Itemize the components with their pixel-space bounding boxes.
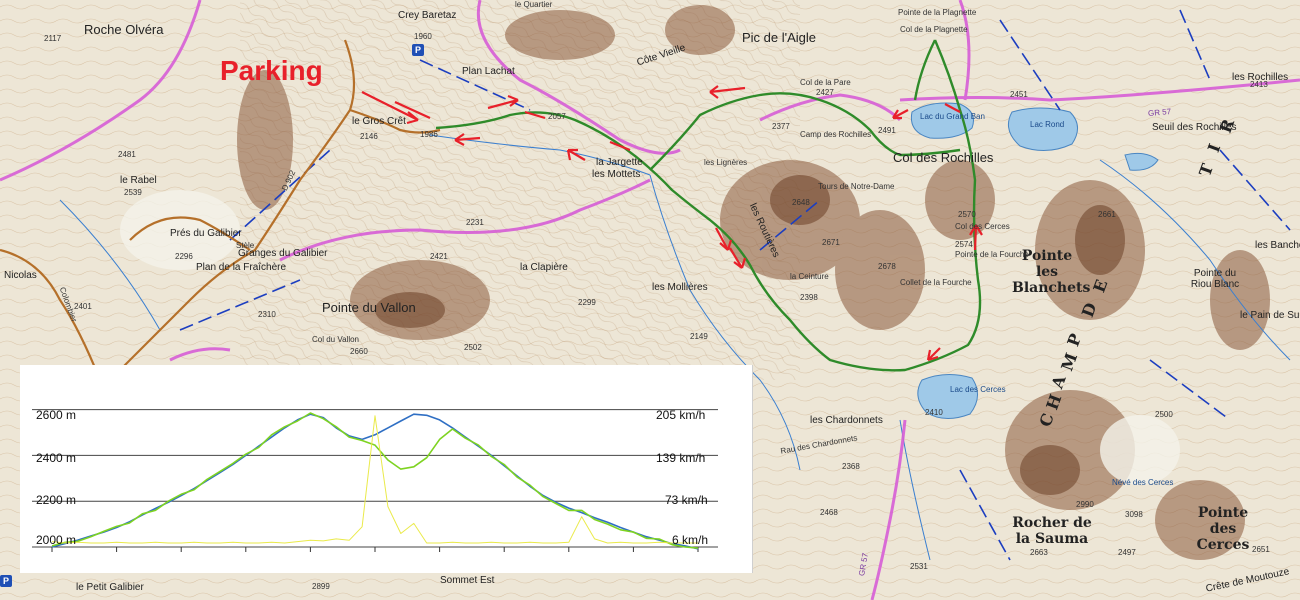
elevation-tick-label: 2200 m (36, 493, 77, 507)
altitude-label: 2678 (878, 262, 896, 271)
elevation-profile-chart (32, 409, 718, 552)
place-label: Prés du Galibier (170, 228, 242, 239)
place-label: le Pain de Sucre (1240, 310, 1300, 321)
altitude-label: 2660 (350, 347, 368, 356)
place-label: Stèle (236, 241, 255, 250)
altitude-label: 2413 (1250, 80, 1268, 89)
place-label: les Lignères (704, 158, 748, 167)
altitude-label: 2296 (175, 252, 193, 261)
x-axis-ticks (51, 547, 699, 552)
place-label: Plan de la Fraîchère (196, 262, 287, 273)
altitude-label: 2651 (1252, 545, 1270, 554)
place-label: les Mottets (592, 169, 641, 180)
place-label: Col de la Pare (800, 78, 851, 87)
altitude-label: 2899 (312, 582, 330, 591)
place-label: Col des Cerces (955, 222, 1010, 231)
altitude-label: 2531 (910, 562, 928, 571)
altitude-label: 2368 (842, 462, 860, 471)
speed-tick-label: 6 km/h (672, 533, 709, 547)
lake-rond (1007, 107, 1078, 151)
summit-label: Rocher de la Sauma (1012, 515, 1092, 547)
altitude-label: 2491 (878, 126, 896, 135)
altitude-label: 1960 (414, 32, 432, 41)
altitude-label: 2057 (548, 112, 566, 121)
place-label: les Banche (1255, 240, 1300, 251)
place-label: le Rabel (120, 175, 157, 186)
elevation-tick-label: 2000 m (36, 533, 77, 547)
altitude-label: 2663 (1030, 548, 1048, 557)
place-label: les Chardonnets (810, 415, 883, 426)
altitude-label: 2451 (1010, 90, 1028, 99)
speed-tick-label: 205 km/h (656, 408, 706, 422)
altitude-label: 2377 (772, 122, 790, 131)
altitude-label: 2497 (1118, 548, 1136, 557)
place-label: Sommet Est (440, 575, 495, 586)
altitude-label: 2539 (124, 188, 142, 197)
place-label: le Quartier (515, 0, 553, 9)
place-label: la Jargette (596, 157, 643, 168)
place-label: la Clapière (520, 262, 568, 273)
pass-label: Col des Rochilles (893, 150, 994, 165)
altitude-label: 3098 (1125, 510, 1143, 519)
place-label: Pointe de la Plagnette (898, 8, 977, 17)
place-label: Nicolas (4, 270, 37, 281)
speed-tick-label: 139 km/h (656, 451, 706, 465)
place-label: Névé des Cerces (1112, 478, 1174, 487)
altitude-label: 1986 (420, 130, 438, 139)
elevation-tick-label: 2600 m (36, 408, 77, 422)
place-label: le Petit Galibier (76, 582, 144, 593)
place-label: Tours de Notre-Dame (818, 182, 895, 191)
altitude-label: 2574 (955, 240, 973, 249)
place-label: le Gros Crêt (352, 116, 406, 127)
lake-label: Lac Rond (1030, 120, 1065, 129)
altitude-label: 2398 (800, 293, 818, 302)
altitude-label: 2401 (74, 302, 92, 311)
altitude-label: 2990 (1076, 500, 1094, 509)
place-label: Collet de la Fourche (900, 278, 972, 287)
altitude-label: 2231 (466, 218, 484, 227)
altitude-label: 2310 (258, 310, 276, 319)
altitude-label: 2146 (360, 132, 378, 141)
place-label: Pointe de la Fourche (955, 250, 1029, 259)
place-label: Plan Lachat (462, 66, 515, 77)
elevation-profile-panel: 2600 m 2400 m 2200 m 2000 m 205 km/h 139… (20, 365, 753, 573)
altitude-label: 2570 (958, 210, 976, 219)
altitude-label: 2481 (118, 150, 136, 159)
altitude-label: 2421 (430, 252, 448, 261)
altitude-label: 2427 (816, 88, 834, 97)
altitude-label: 2648 (792, 198, 810, 207)
gridlines (32, 409, 718, 548)
summit-label: Pic de l'Aigle (742, 30, 817, 45)
parking-sign-icon[interactable]: P (0, 575, 12, 587)
parking-sign-icon[interactable]: P (412, 44, 424, 56)
elevation-series-line (51, 413, 699, 550)
lake-label: Lac du Grand Ban (920, 112, 985, 121)
altitude-label: 2299 (578, 298, 596, 307)
altitude-label: 2410 (925, 408, 943, 417)
speed-tick-label: 73 km/h (665, 493, 708, 507)
altitude-label: 2117 (44, 34, 62, 43)
contour-lines-dense (240, 0, 800, 380)
place-label: les Mollières (652, 282, 708, 293)
altitude-label: 2502 (464, 343, 482, 352)
parking-label: Parking (220, 55, 323, 86)
place-label: Crey Baretaz (398, 10, 457, 21)
summit-label: Pointe du Vallon (322, 300, 416, 315)
place-label: Col du Vallon (312, 335, 359, 344)
altitude-label: 2500 (1155, 410, 1173, 419)
summit-label: Pointe des Cerces (1196, 505, 1250, 553)
summit-label: Roche Olvéra (84, 22, 164, 37)
place-label: la Ceinture (790, 272, 829, 281)
series-lines (51, 412, 699, 550)
lake-label: Lac des Cerces (950, 385, 1006, 394)
place-label: Camp des Rochilles (800, 130, 872, 139)
altitude-label: 2149 (690, 332, 708, 341)
place-label: Col de la Plagnette (900, 25, 968, 34)
summit-label: Pointe du Riou Blanc (1190, 268, 1240, 290)
elevation-tick-label: 2400 m (36, 451, 77, 465)
altitude-label: 2671 (822, 238, 840, 247)
altitude-label: 2468 (820, 508, 838, 517)
gps-elevation-series-line (51, 412, 699, 549)
altitude-label: 2661 (1098, 210, 1116, 219)
